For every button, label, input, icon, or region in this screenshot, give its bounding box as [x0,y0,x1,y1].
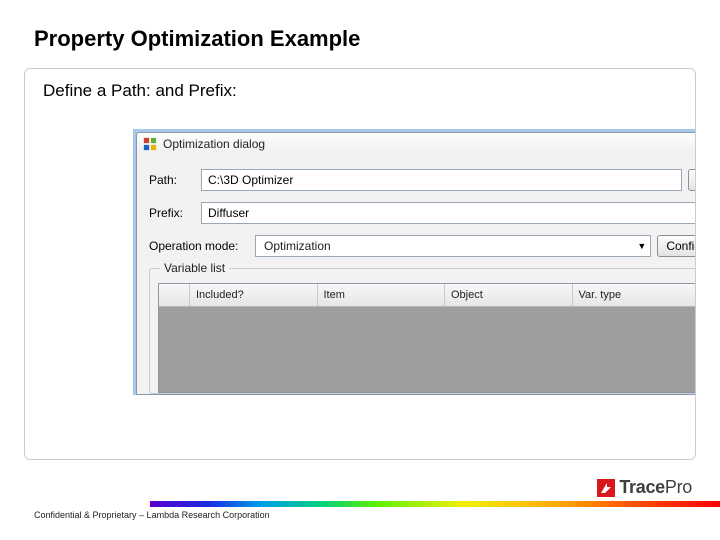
column-header-included[interactable]: Included? [190,284,318,306]
path-row: Path: B [149,169,696,191]
slide-title: Property Optimization Example [34,26,360,52]
confidential-footer: Confidential & Proprietary – Lambda Rese… [34,510,270,520]
logo-text-trace: Trace [619,477,665,497]
config-button[interactable]: Config [657,235,696,257]
tracepro-logo: TracePro [597,477,692,498]
prefix-label: Prefix: [149,206,195,220]
window-icon [143,137,157,151]
operation-mode-label: Operation mode: [149,239,249,253]
grid-header: Included? Item Object Var. type [159,284,696,307]
logo-text: TracePro [619,477,692,498]
operation-mode-row: Operation mode: Optimization ▼ Config [149,235,696,257]
column-header-object[interactable]: Object [445,284,573,306]
chevron-down-icon: ▼ [637,241,646,251]
column-header-item[interactable]: Item [318,284,446,306]
prefix-row: Prefix: [149,202,696,224]
logo-text-pro: Pro [665,477,692,497]
logo-mark-icon [597,479,615,497]
dialog-desktop-bg: Optimization dialog Path: B Prefix: Oper… [133,129,696,395]
operation-mode-dropdown[interactable]: Optimization ▼ [255,235,651,257]
variable-list-group: Variable list Included? Item Object Var.… [149,268,696,394]
variable-list-title: Variable list [160,261,229,275]
optimization-dialog: Optimization dialog Path: B Prefix: Oper… [133,129,696,395]
variable-list-grid[interactable]: Included? Item Object Var. type [158,283,696,393]
content-frame: Define a Path: and Prefix: Optimization … [24,68,696,460]
instruction-text: Define a Path: and Prefix: [43,81,681,101]
path-input[interactable] [201,169,682,191]
operation-mode-selected: Optimization [264,239,331,253]
column-header-vartype[interactable]: Var. type [573,284,697,306]
browse-button[interactable]: B [688,169,696,191]
dialog-body: Path: B Prefix: Operation mode: Optimiza… [136,155,696,395]
dialog-title: Optimization dialog [163,137,265,151]
grid-row-header-corner [159,284,190,306]
decorative-spectrum-bar [150,501,720,507]
prefix-input[interactable] [201,202,696,224]
dialog-titlebar[interactable]: Optimization dialog [136,132,696,155]
slide: Property Optimization Example Define a P… [0,0,720,540]
path-label: Path: [149,173,195,187]
